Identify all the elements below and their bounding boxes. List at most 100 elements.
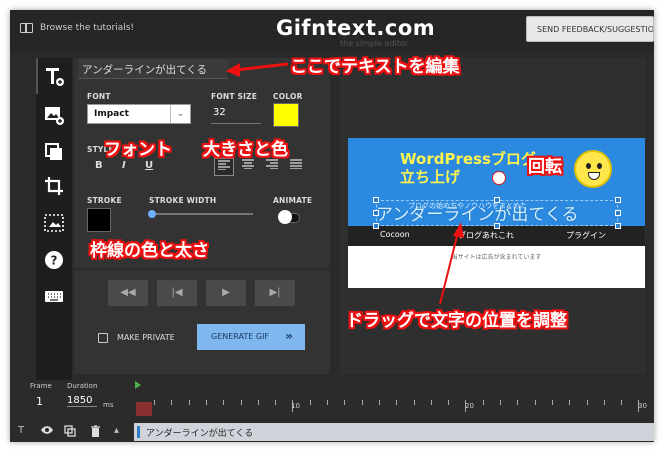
eye-icon[interactable] [40,425,54,438]
resize-handle[interactable] [373,223,379,229]
stroke-width-label: STROKE WIDTH [149,196,217,205]
generate-gif-label: GENERATE GIF [211,332,270,341]
ruler-tick [188,400,190,405]
tick-label: 20 [465,402,474,410]
preview-title-line2: 立ち上げ [400,168,461,186]
ruler-tick [240,400,242,405]
ruler-tick [396,400,398,405]
animate-toggle-knob[interactable] [278,210,292,224]
stroke-label: STROKE [87,196,122,205]
ruler-tick [551,400,553,405]
tick-label: 10 [291,402,300,410]
resize-handle[interactable] [615,197,621,203]
underline-button[interactable]: U [145,160,153,171]
resize-handle[interactable] [494,197,500,203]
animate-label: ANIMATE [273,196,313,205]
align-left-button[interactable] [214,158,234,176]
annotation-size-color: 大きさと色 [203,140,288,160]
generate-gif-button[interactable]: GENERATE GIF » [197,324,305,350]
ruler-tick [154,400,155,405]
rewind-button[interactable]: ◀◀ [108,280,148,306]
ruler-tick [344,400,346,405]
preview-nav: Cocoon ブログあれこれ プラグイン [348,226,645,246]
stroke-color-swatch[interactable] [87,208,111,232]
resize-handle[interactable] [615,210,621,216]
rotate-handle-icon[interactable] [492,171,506,185]
ruler-tick [378,400,380,405]
ruler-tick [205,400,207,405]
text-layer-icon: T [18,425,25,436]
text-input[interactable]: アンダーラインが出てくる [78,59,228,79]
stroke-width-slider-knob[interactable] [148,210,156,218]
preview-nav-item: プラグイン [566,231,606,240]
ruler-tick [534,400,536,405]
text-color-swatch[interactable] [273,103,299,127]
add-image-icon[interactable] [42,103,66,127]
bear-mascot-icon [574,150,612,188]
ruler-tick [586,400,588,405]
ruler-tick [517,400,519,405]
add-text-icon[interactable] [42,64,66,88]
ruler-tick [275,400,277,405]
font-select[interactable]: Impact ⌄ [87,104,191,124]
help-icon[interactable]: ? [42,248,66,272]
ruler-tick [309,400,311,405]
ruler-tick [361,400,363,405]
make-private-checkbox[interactable] [98,333,108,343]
selected-tool-indicator [36,58,38,94]
ruler-tick [413,400,415,405]
frame-select-icon[interactable] [42,211,66,235]
resize-handle[interactable] [615,223,621,229]
layers-icon[interactable] [42,140,66,164]
bold-button[interactable]: B [95,160,103,171]
resize-handle[interactable] [494,223,500,229]
chevron-down-icon: ⌄ [170,105,190,123]
tutorials-label: Browse the tutorials! [40,23,135,33]
trash-icon[interactable] [90,425,101,440]
ruler-tick [603,400,605,405]
send-feedback-button[interactable]: SEND FEEDBACK/SUGGESTIONS [526,16,654,42]
duration-input[interactable]: 1850 [67,395,97,407]
resize-handle[interactable] [373,210,379,216]
annotation-edit-text: ここでテキストを編集 [290,57,460,77]
preview-nav-item: Cocoon [380,230,410,239]
preview-notice: 当サイトは広告が含まれています [451,254,542,261]
step-forward-button[interactable]: ▶| [255,280,295,306]
align-right-button[interactable] [262,158,282,176]
timeline-track[interactable] [134,380,654,422]
step-back-button[interactable]: |◀ [157,280,197,306]
layer-selected-bar [137,426,140,438]
layer-item[interactable]: アンダーラインが出てくる [134,423,654,441]
playhead-icon[interactable] [135,381,141,389]
italic-button[interactable]: I [122,160,126,171]
layer-item-label: アンダーラインが出てくる [146,429,254,439]
duplicate-icon[interactable] [64,425,76,440]
font-select-value: Impact [94,109,129,119]
font-size-input[interactable]: 32 [211,104,261,124]
double-chevron-right-icon: » [285,329,293,343]
brand-title: Gifntext.com [276,16,436,40]
duration-unit: ms [103,401,114,409]
font-label: FONT [87,92,111,101]
resize-handle[interactable] [373,197,379,203]
crop-icon[interactable] [42,174,66,198]
brand-subtitle: the simple editor [340,39,409,48]
ruler-tick [171,400,173,405]
align-center-button[interactable] [238,158,258,176]
annotation-rotate: 回転 [528,157,562,177]
ruler-tick [430,400,432,405]
annotation-font: フォント [104,140,172,160]
move-up-icon[interactable]: ▴ [114,425,119,436]
make-private-label: MAKE PRIVATE [117,333,175,342]
ruler-tick [621,400,623,405]
keyboard-icon[interactable] [42,284,66,308]
stroke-width-slider[interactable] [151,213,253,215]
annotation-drag: ドラッグで文字の位置を調整 [346,311,567,331]
tick-label: 30 [638,402,647,410]
ruler-tick [223,400,225,405]
tutorials-link[interactable]: Browse the tutorials! [20,23,134,33]
timeline-frame-block[interactable] [136,402,152,416]
frame-value: 1 [36,395,43,408]
align-justify-button[interactable] [286,158,306,176]
play-button[interactable]: ▶ [206,280,246,306]
